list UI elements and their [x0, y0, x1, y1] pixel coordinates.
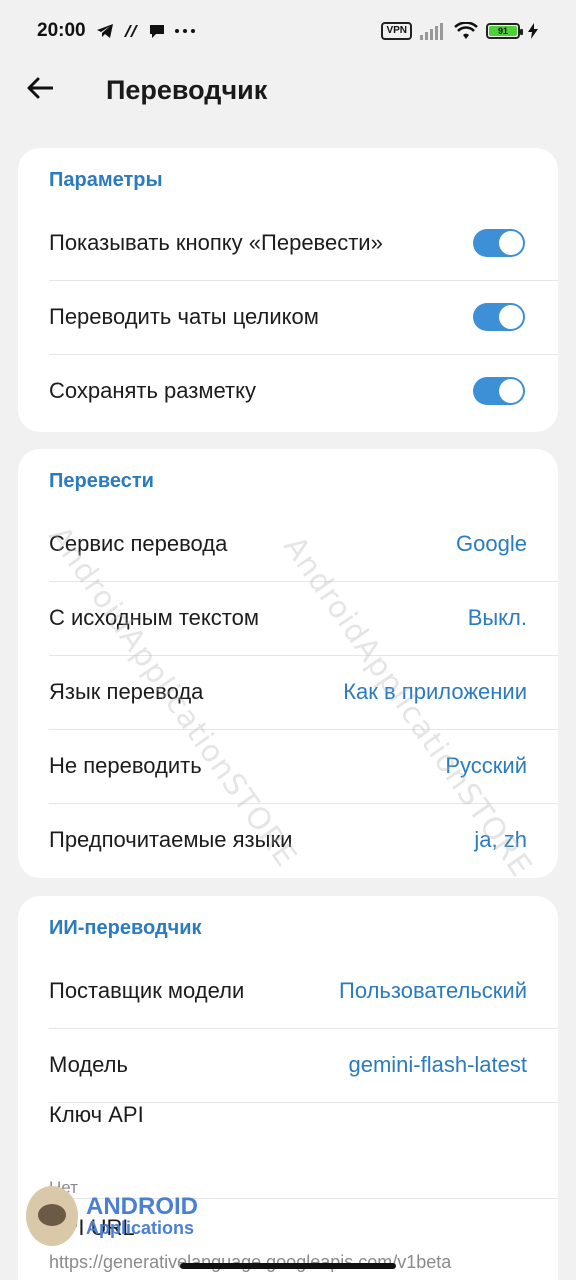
watermark-logo-line-2: Applications	[86, 1218, 195, 1238]
battery-icon: 91	[486, 23, 523, 39]
keep-markup-row[interactable]: Сохранять разметку	[18, 354, 558, 428]
model-row[interactable]: Модель gemini-flash-latest	[18, 1028, 558, 1102]
app-notification-icon	[122, 23, 140, 39]
wifi-icon	[454, 22, 478, 40]
toggle-knob	[499, 379, 523, 403]
model-provider-value: Пользовательский	[339, 978, 527, 1003]
arrow-left-icon	[27, 77, 54, 104]
row-label: Предпочитаемые языки	[49, 827, 293, 852]
status-bar: 20:00 VPN 91	[0, 0, 576, 62]
show-translate-button-row[interactable]: Показывать кнопку «Перевести»	[18, 206, 558, 280]
toggle-knob	[499, 231, 523, 255]
do-not-translate-value: Русский	[445, 753, 527, 778]
row-label: Язык перевода	[49, 679, 204, 704]
params-card: Параметры Показывать кнопку «Перевести» …	[18, 148, 558, 432]
telegram-icon	[96, 23, 114, 39]
row-label: Поставщик модели	[49, 978, 245, 1003]
battery-level: 91	[489, 26, 517, 36]
translate-whole-chats-toggle[interactable]	[473, 303, 525, 331]
status-time: 20:00	[37, 20, 86, 41]
translate-card: Перевести Сервис перевода Google С исход…	[18, 449, 558, 878]
preferred-languages-value: ja, zh	[474, 827, 527, 852]
preferred-languages-row[interactable]: Предпочитаемые языки ja, zh	[18, 803, 558, 877]
model-value: gemini-flash-latest	[348, 1052, 527, 1077]
api-key-row[interactable]: Ключ API Нет	[18, 1102, 558, 1198]
row-label: Не переводить	[49, 753, 202, 778]
watermark-logo-line-1: ANDROID	[86, 1193, 198, 1220]
translate-section-title: Перевести	[49, 470, 154, 492]
back-button[interactable]	[10, 62, 70, 118]
row-label: С исходным текстом	[49, 605, 259, 630]
show-translate-button-toggle[interactable]	[473, 229, 525, 257]
page-title: Переводчик	[106, 74, 268, 105]
translation-service-row[interactable]: Сервис перевода Google	[18, 507, 558, 581]
row-label: Сохранять разметку	[49, 378, 256, 403]
app-header: Переводчик	[0, 62, 576, 118]
charging-icon	[528, 23, 538, 39]
params-section-title: Параметры	[49, 169, 163, 191]
row-label: Модель	[49, 1052, 128, 1077]
keep-markup-toggle[interactable]	[473, 377, 525, 405]
signal-icon	[420, 22, 446, 40]
row-label: Сервис перевода	[49, 531, 228, 556]
row-label: Переводить чаты целиком	[49, 304, 319, 329]
toggle-knob	[499, 305, 523, 329]
chat-bubble-icon	[148, 23, 166, 39]
row-label: Показывать кнопку «Перевести»	[49, 230, 383, 255]
vpn-badge: VPN	[381, 22, 412, 40]
with-original-text-value: Выкл.	[467, 605, 527, 630]
do-not-translate-row[interactable]: Не переводить Русский	[18, 729, 558, 803]
translate-whole-chats-row[interactable]: Переводить чаты целиком	[18, 280, 558, 354]
translation-service-value: Google	[456, 531, 527, 556]
more-notifications-icon	[174, 28, 196, 34]
home-indicator[interactable]	[180, 1263, 396, 1269]
pug-mascot-icon	[26, 1186, 78, 1246]
target-language-value: Как в приложении	[343, 679, 527, 704]
with-original-text-row[interactable]: С исходным текстом Выкл.	[18, 581, 558, 655]
target-language-row[interactable]: Язык перевода Как в приложении	[18, 655, 558, 729]
model-provider-row[interactable]: Поставщик модели Пользовательский	[18, 954, 558, 1028]
row-label: Ключ API	[49, 1102, 144, 1127]
watermark-logo: ANDROID Applications	[26, 1186, 198, 1246]
ai-section-title: ИИ-переводчик	[49, 917, 202, 939]
